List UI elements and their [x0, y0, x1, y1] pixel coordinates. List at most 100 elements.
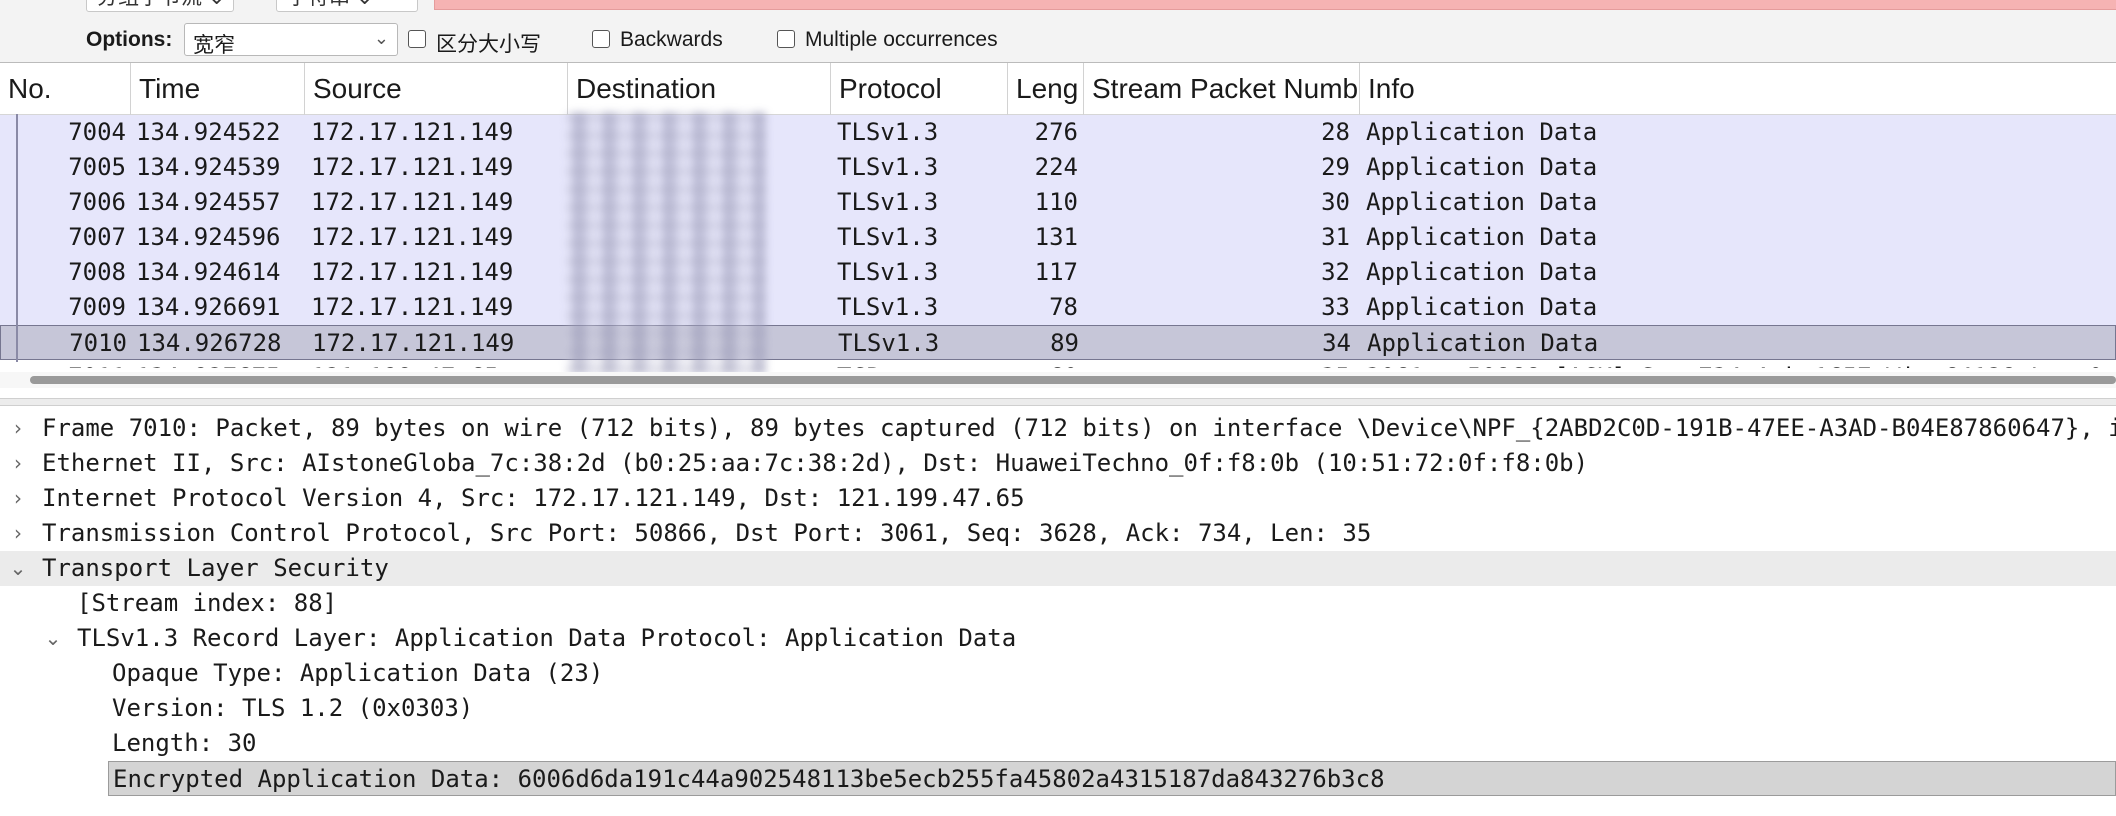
search-in-combo[interactable]: 分组字节流 ⌄: [86, 0, 234, 12]
multiple-occurrences-checkbox[interactable]: [777, 30, 795, 48]
tree-item-frame[interactable]: › Frame 7010: Packet, 89 bytes on wire (…: [0, 411, 2116, 446]
scrollbar-thumb[interactable]: [30, 376, 2116, 384]
column-header-length[interactable]: Leng: [1008, 63, 1084, 115]
packet-protocol: TLSv1.3: [837, 188, 939, 216]
options-label: Options:: [86, 28, 173, 51]
chevron-down-icon: ⌄: [373, 28, 389, 48]
packet-number: 7010: [69, 329, 127, 357]
tree-item-encrypted-data-selected[interactable]: Encrypted Application Data: 6006d6da191c…: [0, 761, 2116, 796]
column-header-stream-packet-number[interactable]: Stream Packet Numb: [1084, 63, 1360, 115]
tree-item-ip[interactable]: › Internet Protocol Version 4, Src: 172.…: [0, 481, 2116, 516]
packet-protocol: TLSv1.3: [837, 153, 939, 181]
search-toolbar: 分组字节流 ⌄ 字符串 ⌄: [0, 0, 2116, 16]
packet-source: 121.199.47.65: [311, 360, 561, 368]
packet-source: 172.17.121.149: [311, 188, 514, 216]
packet-source: 172.17.121.149: [311, 258, 514, 286]
packet-protocol: TLSv1.3: [837, 293, 939, 321]
tree-item-label: TLSv1.3 Record Layer: Application Data P…: [77, 624, 1017, 652]
packet-row[interactable]: 7011 134.927675 121.199.47.65 TCP 60 35 …: [0, 360, 2116, 368]
packet-source: 172.17.121.149: [311, 153, 514, 181]
backwards-label: Backwards: [620, 28, 723, 51]
tree-item-tcp[interactable]: › Transmission Control Protocol, Src Por…: [0, 516, 2116, 551]
packet-stream-number: 35: [1086, 360, 1350, 368]
packet-source: 172.17.121.149: [311, 223, 514, 251]
packet-protocol: TLSv1.3: [837, 223, 939, 251]
packet-info: 3061 → 50866 [ACK] Seq=734 Ack=1657 Win=…: [1366, 360, 2116, 368]
packet-time: 134.924522: [136, 118, 281, 146]
search-in-value: 分组字节流: [97, 0, 202, 9]
packet-stream-number: 29: [1321, 153, 1350, 181]
tree-item-label: Length: 30: [112, 729, 257, 757]
tree-item-version[interactable]: Version: TLS 1.2 (0x0303): [0, 691, 2116, 726]
packet-number: 7007: [68, 223, 126, 251]
packet-source: 172.17.121.149: [311, 118, 514, 146]
chevron-down-icon[interactable]: ⌄: [43, 621, 63, 656]
packet-row[interactable]: 7007 134.924596 172.17.121.149 TLSv1.3 1…: [0, 220, 2116, 255]
packet-length: 131: [1034, 223, 1078, 251]
column-header-no[interactable]: No.: [0, 63, 131, 115]
backwards-checkbox[interactable]: [592, 30, 610, 48]
chevron-right-icon[interactable]: ›: [8, 446, 28, 481]
packet-time: 134.924596: [136, 223, 281, 251]
case-sensitive-label: 区分大小写: [436, 33, 541, 56]
packet-stream-number: 28: [1321, 118, 1350, 146]
tree-item-record-layer[interactable]: ⌄ TLSv1.3 Record Layer: Application Data…: [0, 621, 2116, 656]
tree-item-label: Internet Protocol Version 4, Src: 172.17…: [42, 484, 1025, 512]
packet-length: 110: [1034, 188, 1078, 216]
tree-item-label: Frame 7010: Packet, 89 bytes on wire (71…: [42, 414, 2116, 442]
options-bar: Options: 宽窄 ⌄ 区分大小写 Backwards Multiple o…: [0, 16, 2116, 62]
packet-length: 89: [1050, 329, 1079, 357]
column-header-time[interactable]: Time: [131, 63, 305, 115]
packet-row[interactable]: 7005 134.924539 172.17.121.149 TLSv1.3 2…: [0, 150, 2116, 185]
packet-row-selected[interactable]: 7010 134.926728 172.17.121.149 TLSv1.3 8…: [0, 325, 2116, 360]
tree-item-length[interactable]: Length: 30: [0, 726, 2116, 761]
packet-info: Application Data: [1366, 293, 1598, 321]
column-header-info[interactable]: Info: [1360, 63, 2116, 115]
packet-info: Application Data: [1366, 153, 1598, 181]
search-input[interactable]: [434, 0, 2116, 10]
tree-item-label: Version: TLS 1.2 (0x0303): [112, 694, 474, 722]
packet-list-horizontal-scrollbar[interactable]: [0, 372, 2116, 388]
column-header-protocol[interactable]: Protocol: [831, 63, 1008, 115]
packet-length: 78: [1049, 293, 1078, 321]
packet-protocol: TLSv1.3: [837, 118, 939, 146]
pane-splitter[interactable]: [0, 398, 2116, 406]
chevron-right-icon[interactable]: ›: [8, 411, 28, 446]
packet-row[interactable]: 7009 134.926691 172.17.121.149 TLSv1.3 7…: [0, 290, 2116, 325]
packet-row[interactable]: 7006 134.924557 172.17.121.149 TLSv1.3 1…: [0, 185, 2116, 220]
packet-protocol: TCP: [837, 360, 1007, 368]
packet-length: 60: [1008, 360, 1078, 368]
packet-stream-number: 31: [1321, 223, 1350, 251]
tree-item-opaque-type[interactable]: Opaque Type: Application Data (23): [0, 656, 2116, 691]
column-header-source[interactable]: Source: [305, 63, 568, 115]
packet-stream-number: 34: [1322, 329, 1351, 357]
packet-row[interactable]: 7004 134.924522 172.17.121.149 TLSv1.3 2…: [0, 115, 2116, 150]
packet-stream-number: 32: [1321, 258, 1350, 286]
case-sensitive-checkbox[interactable]: [408, 30, 426, 48]
conversation-bracket: [16, 114, 18, 362]
chevron-right-icon[interactable]: ›: [8, 516, 28, 551]
packet-info: Application Data: [1366, 223, 1598, 251]
chevron-right-icon[interactable]: ›: [8, 481, 28, 516]
tree-item-label: Transmission Control Protocol, Src Port:…: [42, 519, 1372, 547]
chevron-down-icon[interactable]: ⌄: [8, 551, 28, 586]
column-header-destination[interactable]: Destination: [568, 63, 831, 115]
charset-select[interactable]: 宽窄 ⌄: [184, 23, 398, 57]
tree-item-ethernet[interactable]: › Ethernet II, Src: AIstoneGloba_7c:38:2…: [0, 446, 2116, 481]
packet-details-tree: › Frame 7010: Packet, 89 bytes on wire (…: [0, 411, 2116, 816]
packet-protocol: TLSv1.3: [838, 329, 940, 357]
search-type-value: 字符串: [287, 0, 350, 9]
tree-item-label: Transport Layer Security: [42, 554, 389, 582]
search-type-combo[interactable]: 字符串 ⌄: [276, 0, 418, 12]
tree-item-tls[interactable]: ⌄ Transport Layer Security: [0, 551, 2116, 586]
packet-length: 276: [1034, 118, 1078, 146]
packet-time: 134.926691: [136, 293, 281, 321]
packet-time: 134.924614: [136, 258, 281, 286]
packet-info: Application Data: [1366, 188, 1598, 216]
packet-list: No. Time Source Destination Protocol Len…: [0, 62, 2116, 368]
tree-item-stream-index[interactable]: [Stream index: 88]: [0, 586, 2116, 621]
packet-time: 134.926728: [137, 329, 282, 357]
packet-number: 7008: [68, 258, 126, 286]
packet-number: 7006: [68, 188, 126, 216]
packet-row[interactable]: 7008 134.924614 172.17.121.149 TLSv1.3 1…: [0, 255, 2116, 290]
